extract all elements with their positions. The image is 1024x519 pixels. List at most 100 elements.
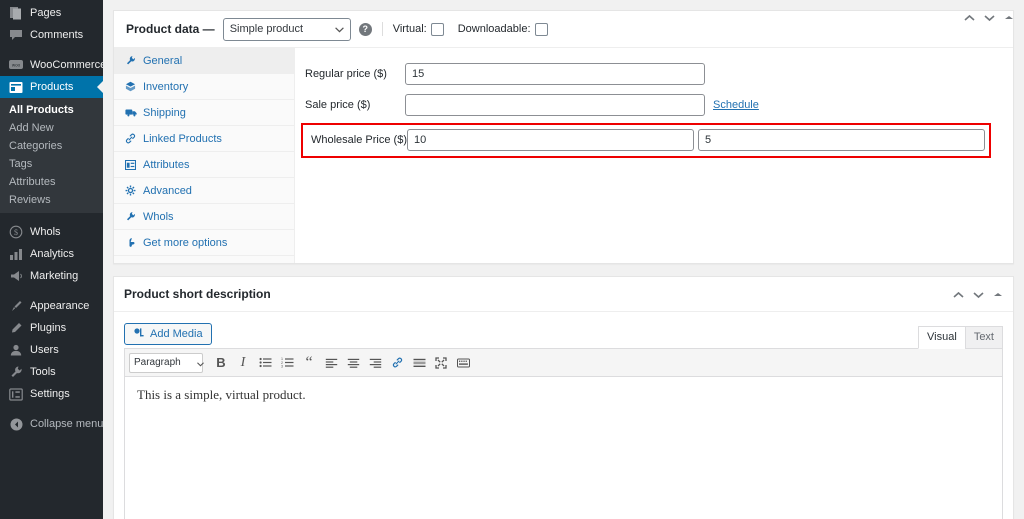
sidebar-item-users[interactable]: Users (0, 339, 103, 361)
chevron-up-icon[interactable] (949, 286, 967, 304)
sidebar-divider (0, 213, 103, 221)
chevron-down-icon[interactable] (969, 286, 987, 304)
tab-shipping[interactable]: Shipping (114, 100, 294, 126)
sub-item-label: Attributes (9, 176, 56, 188)
read-more-icon[interactable] (409, 353, 429, 373)
insert-link-icon[interactable] (387, 353, 407, 373)
sub-item-label: Tags (9, 158, 33, 170)
bulleted-list-icon[interactable] (255, 353, 275, 373)
sidebar-item-add-new[interactable]: Add New (0, 119, 103, 137)
align-left-icon[interactable] (321, 353, 341, 373)
align-center-icon[interactable] (343, 353, 363, 373)
wholesale-price-label: Wholesale Price ($) (311, 134, 407, 146)
sidebar-item-appearance[interactable]: Appearance (0, 295, 103, 317)
sidebar-item-reviews[interactable]: Reviews (0, 191, 103, 209)
schedule-link[interactable]: Schedule (713, 99, 759, 111)
product-type-select-wrap: Simple product (222, 17, 351, 41)
sub-item-label: Reviews (9, 194, 51, 206)
sidebar-item-label: Settings (30, 387, 70, 400)
numbered-list-icon[interactable]: 123 (277, 353, 297, 373)
sidebar-item-tools[interactable]: Tools (0, 361, 103, 383)
tab-general[interactable]: General (114, 48, 294, 74)
toggle-panel-icon[interactable] (1000, 9, 1018, 27)
truck-icon (124, 108, 137, 117)
tab-label: Whols (143, 210, 174, 223)
regular-price-input[interactable] (405, 62, 705, 85)
italic-icon[interactable]: I (233, 353, 253, 373)
sidebar-divider (0, 287, 103, 295)
tab-advanced[interactable]: Advanced (114, 178, 294, 204)
toggle-panel-icon[interactable] (989, 286, 1007, 304)
sale-price-label: Sale price ($) (305, 98, 371, 111)
regular-price-row: Regular price ($) (305, 58, 1001, 89)
comments-icon (8, 27, 24, 43)
sidebar-item-comments[interactable]: Comments (0, 24, 103, 46)
editor-content-area[interactable]: This is a simple, virtual product. (125, 377, 1002, 519)
tab-linked-products[interactable]: Linked Products (114, 126, 294, 152)
product-type-select[interactable]: Simple product (222, 17, 351, 41)
editor-toolbar: Paragraph B I 123 “ (125, 349, 1002, 377)
sale-price-input[interactable] (405, 93, 705, 116)
sidebar-item-label: Marketing (30, 269, 79, 282)
sidebar-item-analytics[interactable]: Analytics (0, 243, 103, 265)
short-description-title: Product short description (124, 287, 271, 301)
settings-icon (8, 386, 24, 402)
sidebar-item-label: Analytics (30, 247, 75, 260)
sidebar-item-tags[interactable]: Tags (0, 155, 103, 173)
sidebar-item-label: Products (30, 80, 74, 93)
sidebar-item-all-products[interactable]: All Products (0, 101, 103, 119)
blockquote-icon[interactable]: “ (299, 353, 319, 373)
align-right-icon[interactable] (365, 353, 385, 373)
sidebar-divider (0, 405, 103, 413)
sidebar-item-pages[interactable]: Pages (0, 2, 103, 24)
bold-icon[interactable]: B (211, 353, 231, 373)
format-select[interactable]: Paragraph (129, 352, 203, 373)
header-divider (381, 22, 383, 36)
sidebar-item-plugins[interactable]: Plugins (0, 317, 103, 339)
sidebar-item-label: Pages (30, 6, 62, 19)
sidebar-item-attributes[interactable]: Attributes (0, 173, 103, 191)
wholesale-price-input[interactable] (407, 129, 694, 151)
collapse-menu-button[interactable]: Collapse menu (0, 413, 103, 435)
sidebar-item-label: Users (30, 343, 59, 356)
sale-price-row: Sale price ($) Schedule (305, 89, 1001, 120)
dollar-icon: $ (8, 224, 24, 240)
media-icon (133, 327, 145, 342)
tab-visual[interactable]: Visual (918, 326, 966, 349)
fullscreen-icon[interactable] (431, 353, 451, 373)
product-data-body: General Inventory Shipping Linked Produc… (114, 48, 1013, 263)
editor-mode-tabs: Visual Text (918, 326, 1003, 349)
sidebar-item-woocommerce[interactable]: woo WooCommerce (0, 54, 107, 76)
add-media-button[interactable]: Add Media (124, 323, 212, 345)
tab-attributes[interactable]: Attributes (114, 152, 294, 178)
wholesale-price-highlight: Wholesale Price ($) (301, 123, 991, 158)
sidebar-item-whols[interactable]: $ Whols (0, 221, 103, 243)
wholesale-quantity-input[interactable] (698, 129, 985, 151)
downloadable-checkbox[interactable] (534, 22, 548, 36)
sidebar-item-categories[interactable]: Categories (0, 137, 103, 155)
panel-handle-actions (960, 0, 1018, 35)
resize-handle[interactable] (990, 513, 1002, 519)
add-media-label: Add Media (150, 328, 203, 340)
sidebar-item-label: WooCommerce (30, 58, 107, 71)
chevron-up-icon[interactable] (960, 9, 978, 27)
sidebar-divider (0, 46, 103, 54)
wrench-icon (8, 364, 24, 380)
sidebar-item-settings[interactable]: Settings (0, 383, 103, 405)
tab-inventory[interactable]: Inventory (114, 74, 294, 100)
sidebar-item-marketing[interactable]: Marketing (0, 265, 103, 287)
chevron-down-icon[interactable] (980, 9, 998, 27)
tab-label: Shipping (143, 106, 186, 119)
sidebar-item-label: Comments (30, 28, 84, 41)
virtual-checkbox[interactable] (430, 22, 444, 36)
sub-item-label: Add New (9, 122, 54, 134)
tab-get-more-options[interactable]: Get more options (114, 230, 294, 256)
sidebar-item-products[interactable]: Products (0, 76, 103, 98)
tab-text[interactable]: Text (964, 326, 1003, 349)
tab-whols[interactable]: Whols (114, 204, 294, 230)
help-icon[interactable]: ? (358, 22, 372, 36)
toolbar-toggle-icon[interactable] (453, 353, 473, 373)
brush-icon (8, 298, 24, 314)
sub-item-label: Categories (9, 140, 63, 152)
wrench-icon (124, 55, 137, 66)
